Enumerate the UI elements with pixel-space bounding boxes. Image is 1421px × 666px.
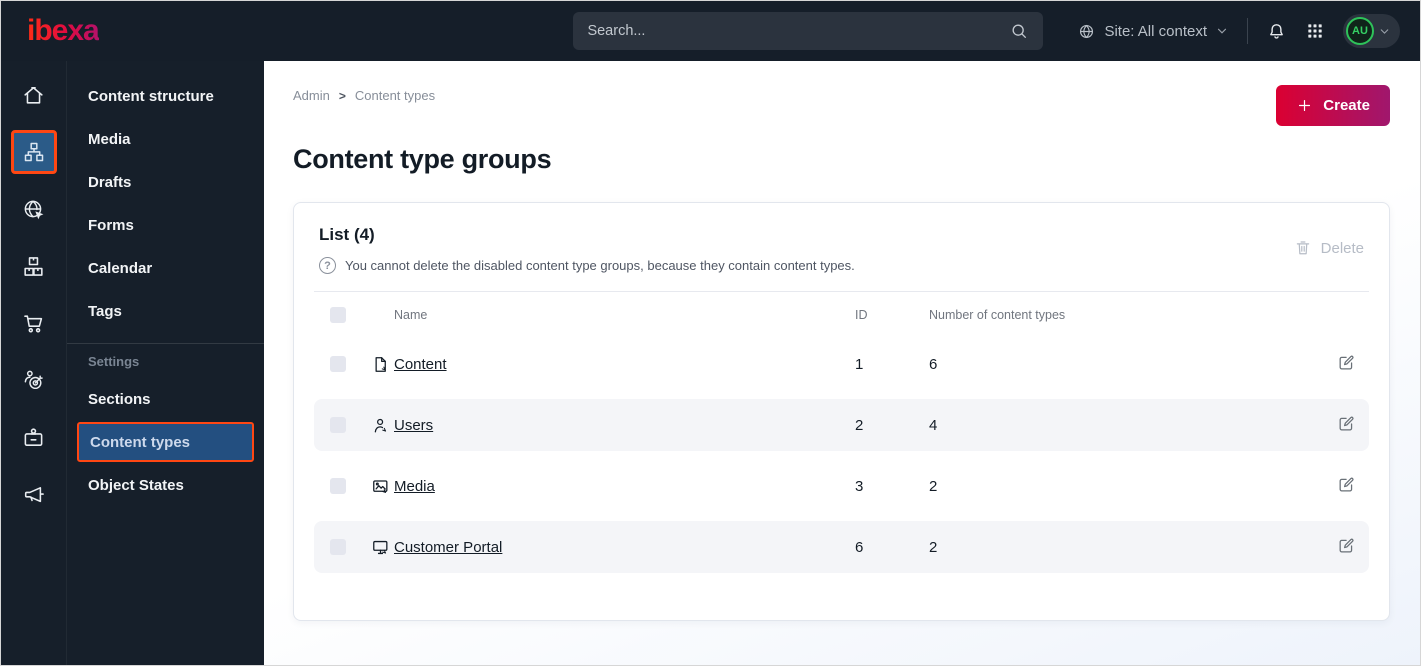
admin-badge-icon [21, 425, 46, 450]
group-link[interactable]: Customer Portal [394, 539, 502, 556]
monitor-icon [366, 538, 394, 557]
row-checkbox[interactable] [330, 539, 346, 555]
group-id: 6 [855, 538, 864, 556]
edit-button[interactable] [1335, 351, 1358, 377]
create-button[interactable]: Create [1276, 85, 1390, 126]
row-checkbox[interactable] [330, 478, 346, 494]
breadcrumb-content-types[interactable]: Content types [355, 88, 435, 103]
nav-campaign[interactable] [11, 472, 57, 516]
table-header: Name ID Number of content types [314, 292, 1369, 338]
nav-site[interactable] [11, 187, 57, 231]
sidebar-item-calendar[interactable]: Calendar [77, 248, 254, 288]
sidebar-item-tags[interactable]: Tags [77, 291, 254, 331]
sidebar-item-content-types[interactable]: Content types [77, 422, 254, 462]
sitemap-icon [22, 140, 46, 164]
group-count: 4 [929, 416, 938, 434]
topbar: ibexa Site: All context AU [1, 1, 1420, 61]
edit-button[interactable] [1335, 412, 1358, 438]
page-title: Content type groups [293, 144, 552, 174]
group-link[interactable]: Media [394, 478, 435, 495]
globe-icon [1077, 22, 1096, 41]
nav-home[interactable] [11, 73, 57, 117]
nav-product-catalog[interactable] [11, 244, 57, 288]
breadcrumb-admin[interactable]: Admin [293, 88, 330, 103]
table-row: Customer Portal 6 2 [314, 521, 1369, 573]
file-icon [366, 355, 394, 374]
breadcrumb-separator: > [338, 88, 346, 103]
list-title: List (4) [319, 225, 375, 244]
cart-icon [21, 311, 46, 336]
trash-icon [1294, 239, 1312, 257]
edit-button[interactable] [1335, 534, 1358, 560]
content-submenu: Content structure Media Drafts Forms Cal… [66, 61, 264, 665]
group-count: 2 [929, 477, 938, 495]
help-icon[interactable]: ? [319, 257, 336, 274]
global-search[interactable] [573, 12, 1044, 50]
table-row: Users 2 4 [314, 399, 1369, 451]
ibexa-logo[interactable]: ibexa [27, 16, 100, 46]
nav-content[interactable] [10, 130, 57, 174]
nav-commerce[interactable] [11, 301, 57, 345]
main-nav-rail [1, 61, 66, 665]
product-catalog-icon [21, 254, 46, 279]
group-id: 1 [855, 355, 864, 373]
home-icon [21, 83, 46, 108]
group-count: 2 [929, 538, 938, 556]
image-icon [366, 477, 394, 496]
user-menu[interactable]: AU [1343, 14, 1400, 48]
edit-button[interactable] [1335, 473, 1358, 499]
nav-personalization[interactable] [11, 358, 57, 402]
sidebar-item-sections[interactable]: Sections [77, 379, 254, 419]
sidebar-item-forms[interactable]: Forms [77, 205, 254, 245]
table-row: Media 3 2 [314, 460, 1369, 512]
topbar-divider [1247, 18, 1248, 44]
sidebar-section-settings: Settings [88, 354, 140, 369]
sidebar-item-media[interactable]: Media [77, 119, 254, 159]
chevron-down-icon [1378, 25, 1391, 38]
app-grid-icon[interactable] [1305, 21, 1325, 41]
ibexa-admin-window: ibexa Site: All context AU [0, 0, 1421, 666]
main-content: Admin > Content types Create Content typ… [264, 61, 1420, 665]
site-globe-icon [21, 197, 46, 222]
notifications-bell-icon[interactable] [1266, 21, 1287, 42]
breadcrumb: Admin > Content types [293, 85, 435, 103]
group-link[interactable]: Content [394, 356, 447, 373]
site-context-selector[interactable]: Site: All context [1077, 22, 1229, 41]
campaign-megaphone-icon [21, 482, 46, 507]
delete-button-label: Delete [1320, 239, 1364, 257]
delete-button[interactable]: Delete [1294, 239, 1364, 257]
nav-admin[interactable] [11, 415, 57, 459]
column-name: Name [394, 308, 428, 322]
group-count: 6 [929, 355, 938, 373]
create-button-label: Create [1323, 97, 1370, 114]
group-id: 2 [855, 416, 864, 434]
search-icon[interactable] [1009, 21, 1029, 41]
list-help-text: You cannot delete the disabled content t… [345, 258, 855, 273]
site-context-label: Site: All context [1104, 22, 1207, 40]
chevron-down-icon [1215, 24, 1229, 38]
group-link[interactable]: Users [394, 417, 433, 434]
group-id: 3 [855, 477, 864, 495]
content-type-groups-card: List (4) ? You cannot delete the disable… [293, 202, 1390, 621]
avatar: AU [1346, 17, 1374, 45]
sidebar-item-drafts[interactable]: Drafts [77, 162, 254, 202]
plus-icon [1296, 97, 1313, 114]
column-count: Number of content types [929, 308, 1066, 322]
sidebar-divider [67, 343, 264, 344]
sidebar-item-object-states[interactable]: Object States [77, 465, 254, 505]
sidebar-item-content-structure[interactable]: Content structure [77, 76, 254, 116]
row-checkbox[interactable] [330, 417, 346, 433]
user-icon [366, 416, 394, 435]
select-all-checkbox[interactable] [330, 307, 346, 323]
search-input[interactable] [587, 23, 1010, 39]
table-row: Content 1 6 [314, 338, 1369, 390]
personalization-icon [21, 368, 46, 393]
row-checkbox[interactable] [330, 356, 346, 372]
column-id: ID [855, 308, 868, 322]
